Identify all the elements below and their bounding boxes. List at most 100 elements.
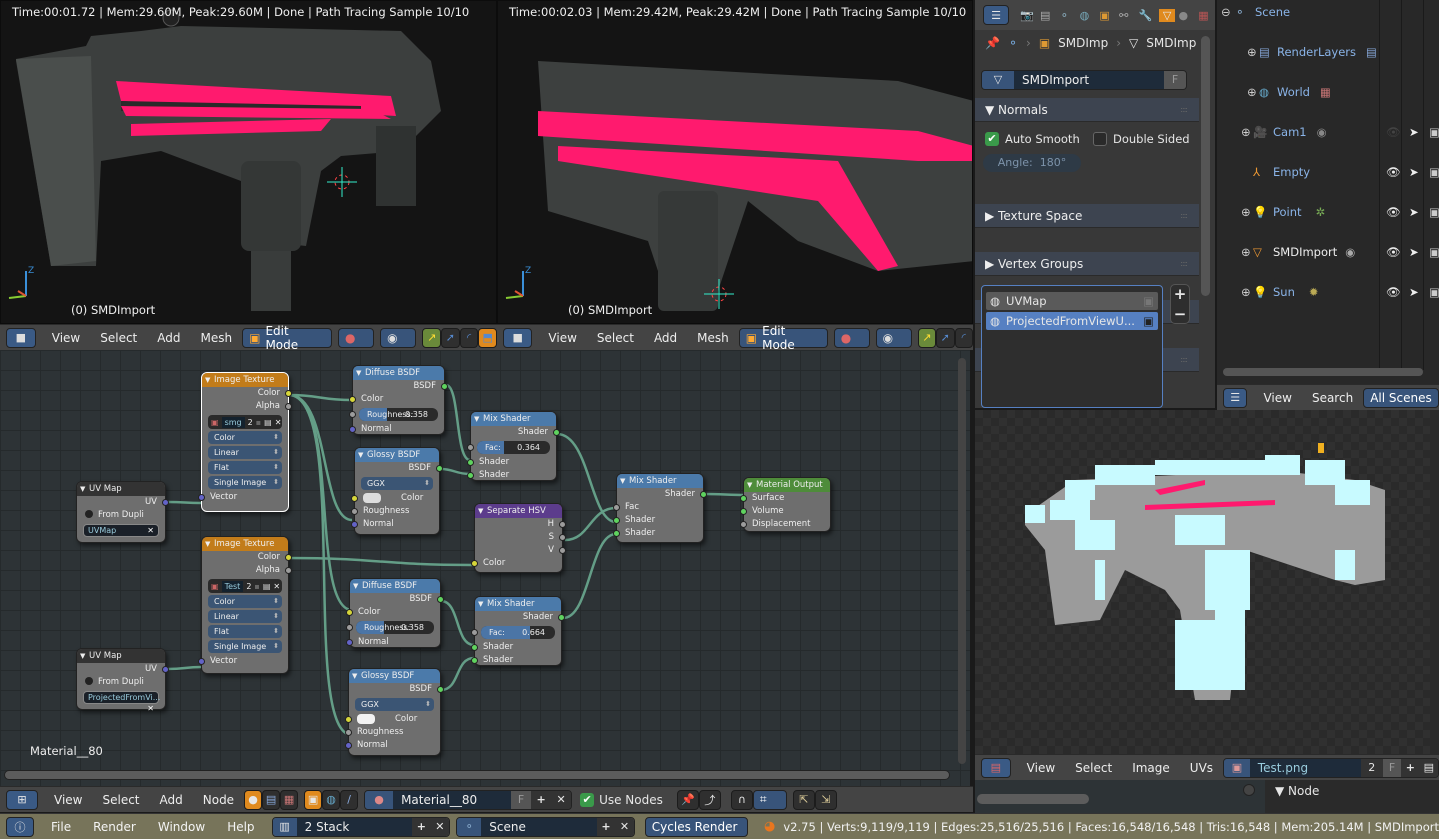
select-cursor-icon[interactable]: ➤ xyxy=(1409,205,1419,219)
input-socket[interactable] xyxy=(346,609,353,616)
node-header[interactable]: Glossy BSDF xyxy=(349,669,440,683)
node-header[interactable]: Separate HSV xyxy=(475,504,562,518)
menu-view[interactable]: View xyxy=(44,793,92,807)
layout-name-field[interactable]: 2 Stack xyxy=(296,817,413,836)
menu-select[interactable]: Select xyxy=(92,793,149,807)
projection-select[interactable]: Flat xyxy=(208,625,282,638)
fake-user-icon[interactable]: ▪ xyxy=(256,418,261,427)
double-sided-checkbox[interactable]: Double Sided xyxy=(1093,132,1190,146)
shader-type-world-button[interactable]: ▤ xyxy=(262,789,281,810)
outliner-item-cam1[interactable]: ⊕ 🎥 Cam1 ◉ 👁 ➤ ▣ xyxy=(1241,122,1439,142)
fake-user-button[interactable]: F xyxy=(511,790,532,809)
output-socket[interactable] xyxy=(437,596,444,603)
layout-browse-button[interactable]: ▥ xyxy=(272,817,297,836)
rotate-toggle[interactable]: ◜ xyxy=(459,327,479,348)
node-editor[interactable]: Image Texture Color Alpha ▣smg2▪▤✕ Color… xyxy=(0,350,970,788)
color-space-select[interactable]: Color xyxy=(208,595,282,608)
tab-world-icon[interactable]: ◍ xyxy=(1080,9,1097,22)
node-editor-v-scrollbar[interactable] xyxy=(958,358,966,764)
output-socket[interactable] xyxy=(553,429,560,436)
outliner-item-world[interactable]: ⊕ ◍ World ▦ xyxy=(1247,82,1427,102)
remove-uv-map-button[interactable]: − xyxy=(1171,305,1189,325)
open-image-icon[interactable]: ▤ xyxy=(264,418,272,427)
unlink-icon[interactable]: ✕ xyxy=(275,418,282,427)
go-parent-button[interactable]: ⤴ xyxy=(698,789,721,810)
visibility-eye-icon[interactable]: 👁 xyxy=(1386,245,1401,259)
render-camera-icon[interactable]: ▣ xyxy=(1143,314,1154,328)
node-uv-map-2[interactable]: UV Map UV From Dupli ProjectedFromVi... xyxy=(76,648,169,714)
angle-field[interactable]: Angle: 180° xyxy=(983,154,1081,172)
distribution-select[interactable]: GGX xyxy=(361,477,433,490)
shading-dropdown[interactable]: ● xyxy=(337,327,375,348)
select-cursor-icon[interactable]: ➤ xyxy=(1409,285,1419,299)
input-socket[interactable] xyxy=(740,508,747,515)
output-socket[interactable] xyxy=(436,465,443,472)
distribution-select[interactable]: GGX xyxy=(355,698,434,711)
tab-data-icon[interactable]: ▽ xyxy=(1158,8,1176,22)
uv-map-field[interactable]: UVMap xyxy=(83,524,159,537)
from-dupli-toggle[interactable]: From Dupli xyxy=(77,676,165,689)
input-socket[interactable] xyxy=(349,411,356,418)
copy-node-tree-button[interactable]: ⇱ xyxy=(792,789,815,810)
pin-icon[interactable]: 📌 xyxy=(985,36,1000,50)
render-camera-icon[interactable]: ▣ xyxy=(1429,205,1439,219)
node-header[interactable]: Image Texture xyxy=(202,537,288,551)
menu-uvs[interactable]: UVs xyxy=(1180,761,1223,775)
menu-help[interactable]: Help xyxy=(216,820,265,834)
interpolation-select[interactable]: Linear xyxy=(208,610,282,623)
scale-toggle[interactable]: ⬒ xyxy=(478,327,497,348)
paste-node-tree-button[interactable]: ⇲ xyxy=(814,789,837,810)
output-socket[interactable] xyxy=(285,554,292,561)
tab-object-icon[interactable]: ▣ xyxy=(1099,9,1116,22)
open-image-button[interactable]: ▤ xyxy=(1419,758,1438,777)
input-socket[interactable] xyxy=(471,644,478,651)
viewport-left[interactable]: Z Time:00:01.72 | Mem:29.60M, Peak:29.60… xyxy=(0,0,497,324)
output-socket[interactable] xyxy=(162,499,169,506)
node-editor-h-scrollbar[interactable] xyxy=(4,770,950,780)
node-uv-map-1[interactable]: UV Map UV From Dupli UVMap xyxy=(76,481,169,543)
input-socket[interactable] xyxy=(613,530,620,537)
fake-user-button[interactable]: F xyxy=(1164,71,1186,89)
fac-slider[interactable]: Fac: 0.364 xyxy=(467,441,550,454)
shader-world-button[interactable]: ◍ xyxy=(322,789,341,810)
menu-view[interactable]: View xyxy=(538,331,586,345)
input-socket[interactable] xyxy=(345,729,352,736)
outliner-item-smdimport[interactable]: ⊕ ▽ SMDImport ◉ 👁 ➤ ▣ xyxy=(1241,242,1439,262)
image-selector[interactable]: ▣ Test 2 ▪ ▤ ✕ xyxy=(208,579,282,593)
menu-view[interactable]: View xyxy=(42,331,90,345)
select-cursor-icon[interactable]: ➤ xyxy=(1409,245,1419,259)
color-swatch[interactable] xyxy=(357,713,375,724)
panel-vertex-groups[interactable]: ▶ Vertex Groups:::: xyxy=(975,252,1199,276)
viewport-right[interactable]: Z Time:00:02.03 | Mem:29.42M, Peak:29.42… xyxy=(497,0,973,324)
menu-view[interactable]: View xyxy=(1253,391,1301,405)
fake-user-icon[interactable]: ▪ xyxy=(254,582,259,591)
source-select[interactable]: Single Image xyxy=(208,476,282,489)
menu-window[interactable]: Window xyxy=(147,820,216,834)
menu-add[interactable]: Add xyxy=(644,331,687,345)
rotate-toggle[interactable]: ◜ xyxy=(954,327,973,348)
use-nodes-checkbox[interactable]: ✔ Use Nodes xyxy=(580,792,663,807)
mesh-browse-button[interactable]: ▽ xyxy=(982,71,1014,89)
scroll-knob[interactable] xyxy=(1243,784,1255,796)
delete-layout-button[interactable]: ✕ xyxy=(430,817,450,836)
output-socket[interactable] xyxy=(559,547,566,554)
node-header[interactable]: Material Output xyxy=(744,478,830,492)
input-socket[interactable] xyxy=(467,459,474,466)
shader-object-button[interactable]: ▣ xyxy=(304,789,323,810)
pin-button[interactable]: 📌 xyxy=(676,789,699,810)
mode-dropdown[interactable]: ▣ Edit Mode xyxy=(242,324,332,352)
outliner-item-empty[interactable]: ⅄ Empty 👁 ➤ ▣ xyxy=(1253,162,1439,182)
node-material-output[interactable]: Material Output Surface Volume Displacem… xyxy=(740,477,831,532)
projection-select[interactable]: Flat xyxy=(208,461,282,474)
render-camera-icon[interactable]: ▣ xyxy=(1429,245,1439,259)
node-glossy-bsdf-1[interactable]: Glossy BSDF BSDF GGX Color Roughness Nor… xyxy=(351,447,443,535)
output-socket[interactable] xyxy=(558,614,565,621)
input-socket[interactable] xyxy=(349,396,356,403)
output-socket[interactable] xyxy=(559,521,566,528)
uv-image-editor[interactable] xyxy=(975,410,1439,754)
auto-smooth-checkbox[interactable]: ✔ Auto Smooth xyxy=(985,132,1080,146)
roughness-slider[interactable]: Roughness: 0.358 xyxy=(349,408,438,421)
delete-scene-button[interactable]: ✕ xyxy=(615,817,634,836)
image-browse-button[interactable]: ▣ xyxy=(1224,758,1250,777)
shading-dropdown[interactable]: ● xyxy=(833,327,870,348)
